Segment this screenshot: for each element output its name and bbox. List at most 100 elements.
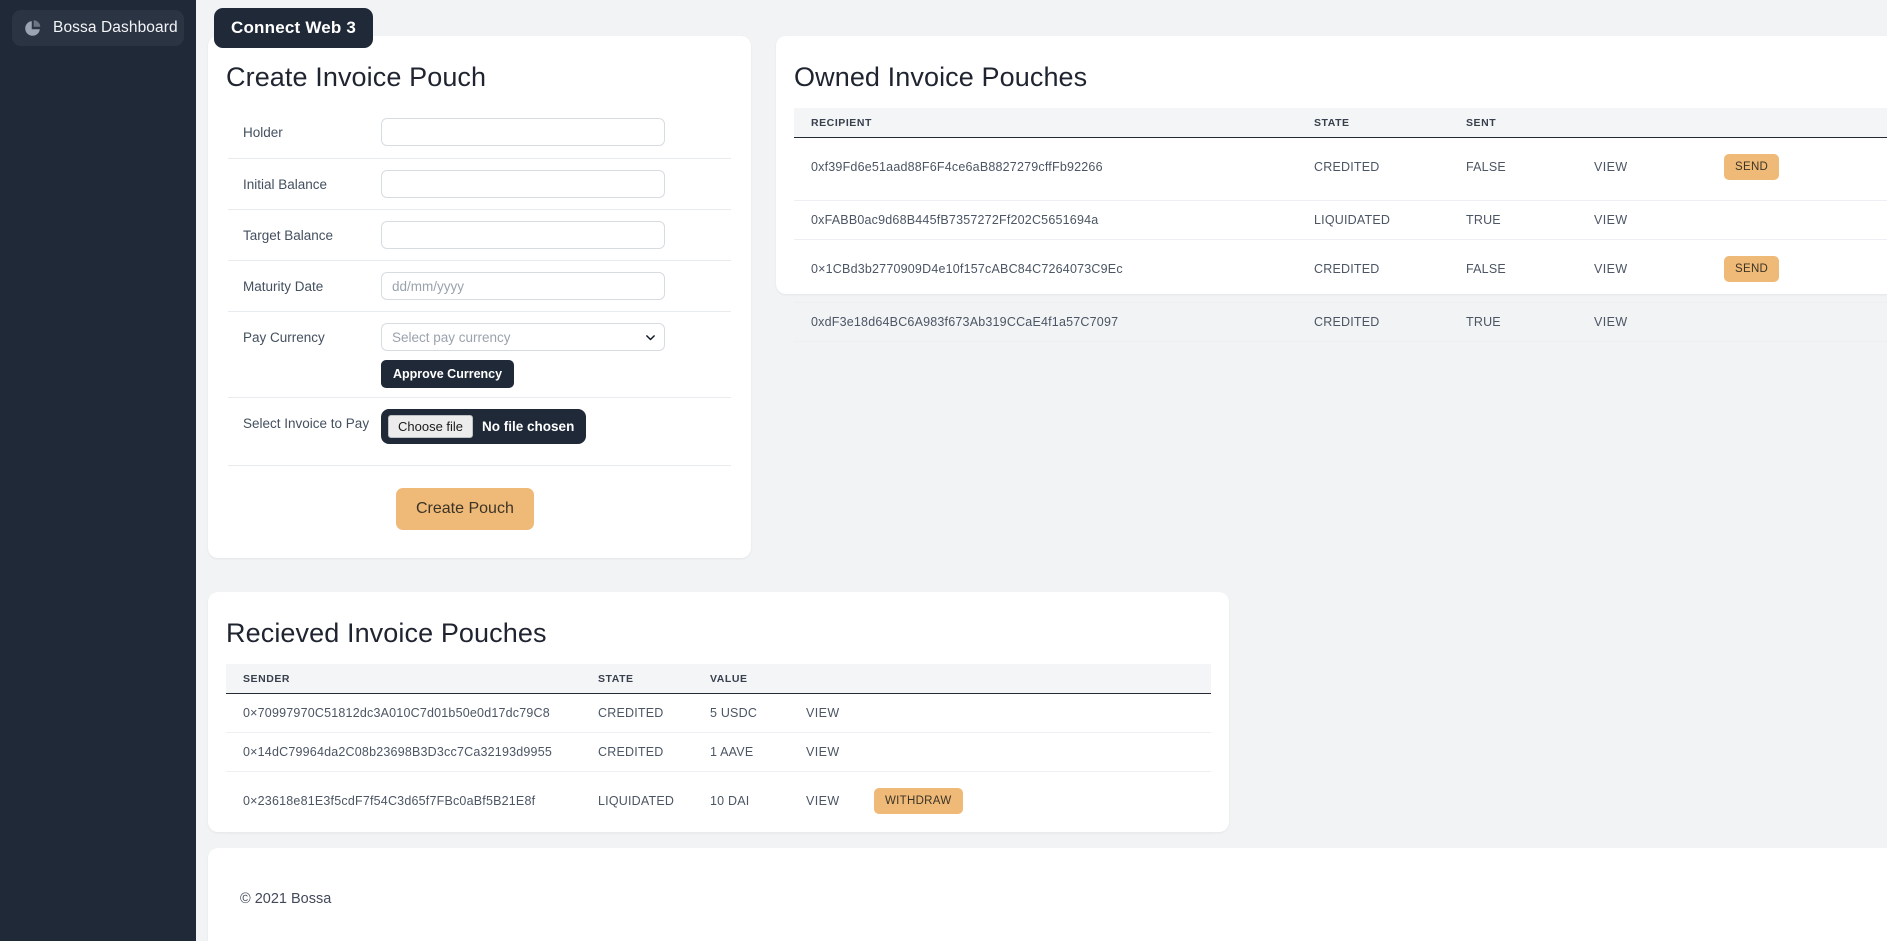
pay-currency-select-wrap: Select pay currency bbox=[381, 323, 665, 351]
initial-balance-input[interactable] bbox=[381, 170, 665, 198]
create-pouch-form: Holder Initial Balance Target Balance Ma… bbox=[208, 107, 751, 552]
received-invoice-pouches-card: Recieved Invoice Pouches SENDER STATE VA… bbox=[208, 592, 1229, 835]
owned-col-recipient: RECIPIENT bbox=[794, 108, 1314, 138]
main-content: Connect Web 3 Create Invoice Pouch Holde… bbox=[196, 0, 1887, 941]
table-row: 0xdF3e18d64BC6A983f673Ab319CCaE4f1a57C70… bbox=[794, 302, 1887, 342]
owned-cell-sent: TRUE bbox=[1466, 302, 1594, 342]
table-row: 0xFABB0ac9d68B445fB7357272Ff202C5651694a… bbox=[794, 200, 1887, 240]
table-row: 0×23618e81E3f5cdF7f54C3d65f7FBc0aBf5B21E… bbox=[226, 771, 1211, 835]
maturity-date-input[interactable] bbox=[381, 272, 665, 300]
table-row: 0×14dC79964da2C08b23698B3D3cc7Ca32193d99… bbox=[226, 732, 1211, 772]
received-view-link[interactable]: VIEW bbox=[806, 771, 874, 835]
owned-cell-state: CREDITED bbox=[1314, 137, 1466, 201]
owned-cell-recipient: 0xFABB0ac9d68B445fB7357272Ff202C5651694a bbox=[794, 200, 1314, 240]
label-target-balance: Target Balance bbox=[243, 228, 334, 243]
received-col-sender: SENDER bbox=[226, 664, 598, 694]
pie-chart-icon bbox=[25, 19, 41, 36]
received-cell-sender: 0×14dC79964da2C08b23698B3D3cc7Ca32193d99… bbox=[226, 732, 598, 772]
received-col-action bbox=[874, 664, 1211, 694]
owned-action-cell: SEND bbox=[1724, 239, 1887, 303]
connect-web3-button[interactable]: Connect Web 3 bbox=[214, 8, 374, 48]
received-pouches-title: Recieved Invoice Pouches bbox=[226, 618, 547, 648]
received-cell-state: CREDITED bbox=[598, 732, 710, 772]
send-button[interactable]: SEND bbox=[1724, 256, 1780, 282]
owned-header-row: RECIPIENT STATE SENT bbox=[794, 108, 1887, 138]
owned-col-view bbox=[1594, 108, 1724, 138]
received-col-view bbox=[806, 664, 874, 694]
choose-file-button[interactable]: Choose file bbox=[388, 415, 474, 438]
owned-action-cell: SEND bbox=[1724, 137, 1887, 201]
received-col-value: VALUE bbox=[710, 664, 806, 694]
received-table-body: 0×70997970C51812dc3A010C7d01b50e0d17dc79… bbox=[226, 693, 1211, 835]
received-cell-value: 1 AAVE bbox=[710, 732, 806, 772]
owned-cell-sent: FALSE bbox=[1466, 239, 1594, 303]
received-cell-state: LIQUIDATED bbox=[598, 771, 710, 835]
form-row-holder: Holder bbox=[228, 107, 731, 158]
label-select-invoice: Select Invoice to Pay bbox=[243, 416, 370, 431]
target-balance-input[interactable] bbox=[381, 221, 665, 249]
owned-col-action bbox=[1724, 108, 1887, 138]
owned-cell-recipient: 0×1CBd3b2770909D4e10f157cABC84C7264073C9… bbox=[794, 239, 1314, 303]
create-invoice-pouch-card: Create Invoice Pouch Holder Initial Bala… bbox=[208, 36, 751, 558]
owned-view-link[interactable]: VIEW bbox=[1594, 239, 1724, 303]
approve-currency-button[interactable]: Approve Currency bbox=[381, 360, 515, 388]
sidebar-item-dashboard[interactable]: Bossa Dashboard bbox=[12, 10, 184, 46]
received-view-link[interactable]: VIEW bbox=[806, 693, 874, 733]
owned-table-head: RECIPIENT STATE SENT bbox=[794, 108, 1887, 138]
table-row: 0×70997970C51812dc3A010C7d01b50e0d17dc79… bbox=[226, 693, 1211, 733]
received-cell-sender: 0×23618e81E3f5cdF7f54C3d65f7FBc0aBf5B21E… bbox=[226, 771, 598, 835]
label-holder: Holder bbox=[243, 125, 283, 140]
owned-col-sent: SENT bbox=[1466, 108, 1594, 138]
owned-table-wrap: RECIPIENT STATE SENT 0xf39Fd6e51aad88F6F… bbox=[776, 108, 1887, 342]
owned-cell-recipient: 0xdF3e18d64BC6A983f673Ab319CCaE4f1a57C70… bbox=[794, 302, 1314, 342]
owned-table-body: 0xf39Fd6e51aad88F6F4ce6aB8827279cffFb922… bbox=[794, 137, 1887, 342]
received-header-row: SENDER STATE VALUE bbox=[226, 664, 1211, 694]
app-root: Bossa Dashboard Connect Web 3 Create Inv… bbox=[0, 0, 1887, 941]
received-view-link[interactable]: VIEW bbox=[806, 732, 874, 772]
sidebar-brand-label: Bossa Dashboard bbox=[53, 19, 178, 36]
invoice-file-input[interactable]: Choose file No file chosen bbox=[381, 409, 587, 444]
label-pay-currency: Pay Currency bbox=[243, 330, 325, 345]
form-row-maturity-date: Maturity Date bbox=[228, 260, 731, 311]
table-row: 0xf39Fd6e51aad88F6F4ce6aB8827279cffFb922… bbox=[794, 137, 1887, 201]
table-row: 0×1CBd3b2770909D4e10f157cABC84C7264073C9… bbox=[794, 239, 1887, 303]
sidebar: Bossa Dashboard bbox=[0, 0, 196, 941]
form-row-target-balance: Target Balance bbox=[228, 209, 731, 260]
owned-cell-state: CREDITED bbox=[1314, 239, 1466, 303]
received-table-wrap: SENDER STATE VALUE 0×70997970C51812dc3A0… bbox=[208, 664, 1229, 835]
footer-copyright: © 2021 Bossa bbox=[240, 891, 332, 907]
received-table-head: SENDER STATE VALUE bbox=[226, 664, 1211, 694]
owned-col-state: STATE bbox=[1314, 108, 1466, 138]
withdraw-button[interactable]: WITHDRAW bbox=[874, 788, 963, 814]
label-maturity-date: Maturity Date bbox=[243, 279, 324, 294]
form-row-select-invoice: Select Invoice to Pay Choose file No fil… bbox=[228, 397, 731, 453]
owned-pouches-table: RECIPIENT STATE SENT 0xf39Fd6e51aad88F6F… bbox=[794, 108, 1887, 342]
owned-invoice-pouches-card: Owned Invoice Pouches RECIPIENT STATE SE… bbox=[776, 36, 1887, 342]
form-row-pay-currency: Pay Currency Select pay currency Approve… bbox=[228, 311, 731, 397]
received-cell-sender: 0×70997970C51812dc3A010C7d01b50e0d17dc79… bbox=[226, 693, 598, 733]
form-row-initial-balance: Initial Balance bbox=[228, 158, 731, 209]
owned-action-cell bbox=[1724, 302, 1887, 342]
send-button[interactable]: SEND bbox=[1724, 154, 1780, 180]
create-pouch-button[interactable]: Create Pouch bbox=[396, 488, 534, 530]
received-action-cell bbox=[874, 732, 1211, 772]
received-cell-value: 10 DAI bbox=[710, 771, 806, 835]
owned-cell-sent: TRUE bbox=[1466, 200, 1594, 240]
received-cell-state: CREDITED bbox=[598, 693, 710, 733]
owned-cell-state: LIQUIDATED bbox=[1314, 200, 1466, 240]
label-initial-balance: Initial Balance bbox=[243, 177, 328, 192]
file-status-text: No file chosen bbox=[482, 419, 575, 434]
pay-currency-select[interactable]: Select pay currency bbox=[381, 323, 665, 351]
holder-input[interactable] bbox=[381, 118, 665, 146]
received-col-state: STATE bbox=[598, 664, 710, 694]
owned-view-link[interactable]: VIEW bbox=[1594, 137, 1724, 201]
owned-view-link[interactable]: VIEW bbox=[1594, 200, 1724, 240]
submit-row: Create Pouch bbox=[228, 465, 731, 552]
received-pouches-table: SENDER STATE VALUE 0×70997970C51812dc3A0… bbox=[226, 664, 1211, 835]
received-action-cell bbox=[874, 693, 1211, 733]
owned-view-link[interactable]: VIEW bbox=[1594, 302, 1724, 342]
footer-card: © 2021 Bossa bbox=[208, 848, 1887, 941]
received-cell-value: 5 USDC bbox=[710, 693, 806, 733]
owned-pouches-title: Owned Invoice Pouches bbox=[794, 62, 1088, 92]
owned-cell-state: CREDITED bbox=[1314, 302, 1466, 342]
